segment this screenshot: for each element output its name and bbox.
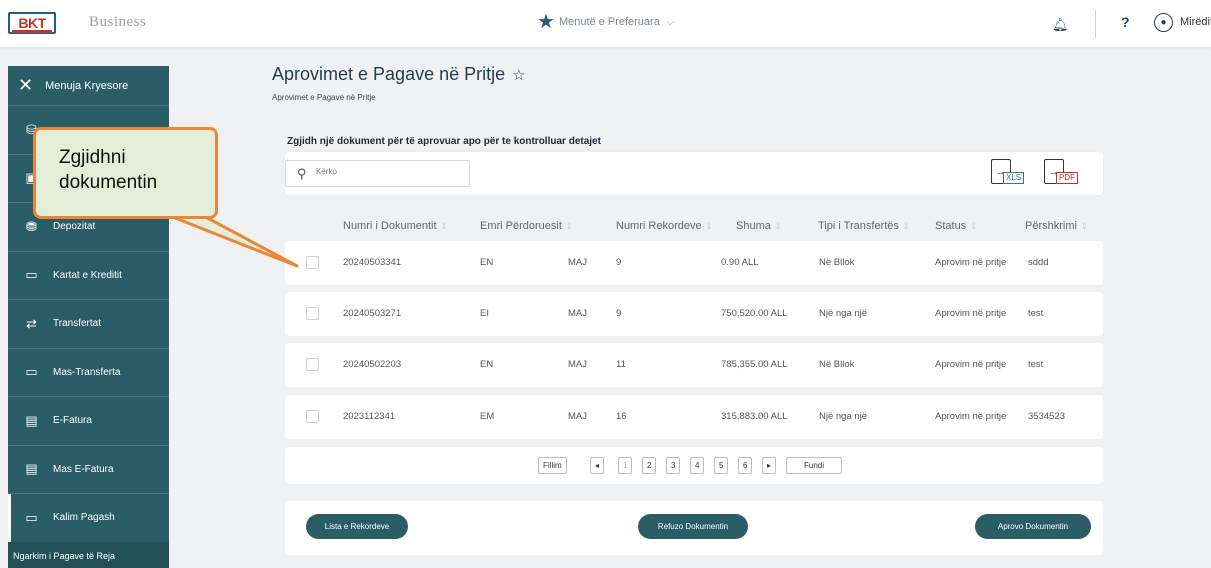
callout-line: Zgjidhni xyxy=(59,147,126,168)
callout-text: Zgjidhni dokumentin xyxy=(59,145,157,195)
callout-line: dokumentin xyxy=(59,172,158,193)
callout-pointer xyxy=(163,212,299,268)
